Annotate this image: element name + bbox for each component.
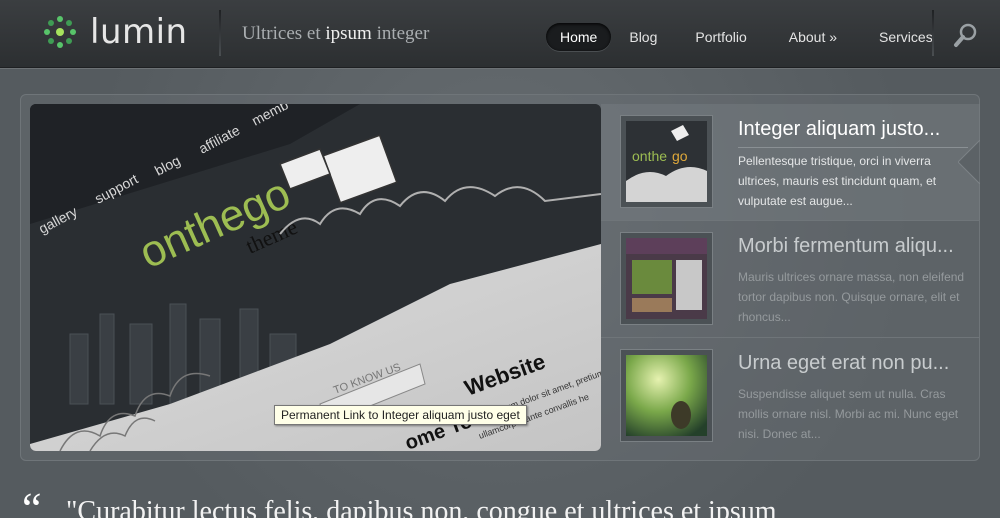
featured-thumbnails: onthe go Integer aliquam justo... Pellent…: [601, 104, 980, 455]
nav-blog[interactable]: Blog: [615, 23, 671, 51]
featured-item-desc: Pellentesque tristique, orci in viverra …: [738, 147, 968, 211]
nav-services[interactable]: Services: [865, 23, 947, 51]
link-tooltip: Permanent Link to Integer aliquam justo …: [274, 405, 527, 425]
site-header: lumin Ultrices et ipsum integer Home Blo…: [0, 0, 1000, 68]
featured-item-desc: Suspendisse aliquet sem ut nulla. Cras m…: [738, 387, 959, 441]
search-icon[interactable]: [953, 22, 979, 48]
header-divider: [932, 10, 934, 56]
featured-slide-image[interactable]: gallery support blog affiliate memb onth…: [30, 104, 601, 451]
featured-item[interactable]: onthe go Integer aliquam justo... Pellent…: [601, 104, 980, 221]
featured-thumbnail[interactable]: onthe go: [621, 116, 712, 207]
featured-item-title[interactable]: Integer aliquam justo...: [738, 118, 940, 141]
active-item-arrow-icon: [957, 138, 981, 186]
dots-logo-icon: [44, 16, 76, 48]
brand-name: lumin: [90, 12, 188, 52]
featured-thumbnail[interactable]: [621, 350, 712, 441]
nav-about[interactable]: About »: [775, 23, 851, 51]
header-divider: [219, 10, 221, 56]
nav-home[interactable]: Home: [546, 23, 612, 51]
nav-portfolio[interactable]: Portfolio: [681, 23, 760, 51]
testimonial-quote: "Curabitur lectus felis, dapibus non, co…: [66, 496, 777, 518]
quote-mark-icon: “: [22, 484, 42, 518]
main-nav: Home Blog Portfolio About » Services: [546, 23, 951, 51]
featured-item-title[interactable]: Morbi fermentum aliqu...: [738, 235, 954, 258]
featured-item[interactable]: Morbi fermentum aliqu... Mauris ultrices…: [601, 221, 980, 338]
featured-item[interactable]: Urna eget erat non pu... Suspendisse ali…: [601, 338, 980, 455]
site-tagline: Ultrices et ipsum integer: [242, 23, 430, 44]
svg-text:go: go: [672, 148, 688, 164]
featured-item-title[interactable]: Urna eget erat non pu...: [738, 352, 949, 375]
svg-text:onthe: onthe: [632, 148, 667, 164]
logo[interactable]: lumin: [44, 12, 188, 52]
featured-thumbnail[interactable]: [621, 233, 712, 324]
featured-item-desc: Mauris ultrices ornare massa, non eleife…: [738, 270, 965, 324]
